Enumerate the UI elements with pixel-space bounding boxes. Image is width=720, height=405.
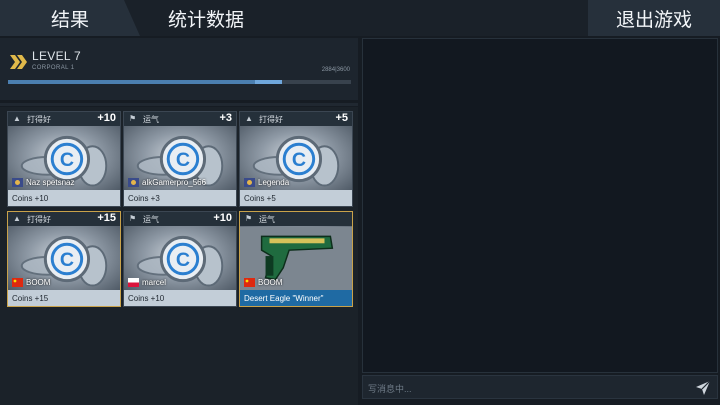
card-header: ⚑ 运气	[240, 212, 352, 226]
chat-input[interactable]: 写消息中...	[362, 375, 718, 399]
reward-card[interactable]: ▲ 打得好 +10 C Naz spetsnaz Coins +10	[7, 111, 121, 207]
player-name: BOOM	[258, 278, 283, 287]
player-name: Naz spetsnaz	[26, 178, 75, 187]
xp-progress-fill	[8, 80, 255, 84]
poland-flag-icon	[128, 278, 139, 287]
reward-card[interactable]: ⚑ 运气 +10 Cmarcel Coins +10	[123, 211, 237, 307]
exit-game-button[interactable]: 退出游戏	[588, 0, 720, 36]
luck-icon: ⚑	[129, 214, 137, 223]
card-points: +10	[213, 212, 232, 224]
tab-stats[interactable]: 统计数据	[126, 0, 286, 36]
reward-text: Coins +10	[12, 193, 49, 203]
thumbs-up-icon: ▲	[13, 114, 21, 123]
card-points: +3	[219, 112, 232, 124]
reward-card[interactable]: ⚑ 运气 BOOM Desert Eagle "Winner"	[239, 211, 353, 307]
divider	[0, 103, 358, 106]
china-flag-icon	[12, 278, 23, 287]
card-player: alkGamerpro_566	[128, 178, 206, 187]
reward-label: Coins +10	[124, 290, 236, 306]
svg-text:C: C	[60, 149, 74, 171]
card-points: +10	[97, 112, 116, 124]
rank-name: CORPORAL 1	[32, 65, 75, 71]
luck-icon: ⚑	[129, 114, 137, 123]
exit-game-label: 退出游戏	[615, 9, 692, 31]
card-category: 运气	[143, 115, 159, 124]
reward-text: Coins +10	[128, 293, 165, 303]
svg-text:C: C	[292, 149, 306, 171]
reward-text: Coins +5	[244, 193, 276, 203]
send-icon[interactable]	[695, 380, 711, 396]
reward-label: Coins +3	[124, 190, 236, 206]
reward-card[interactable]: ▲ 打得好 +15 C BOOM Coins +15	[7, 211, 121, 307]
card-header: ▲ 打得好 +5	[240, 112, 352, 126]
player-avatar-icon	[244, 178, 255, 187]
card-points: +5	[335, 112, 348, 124]
card-player: Legenda	[244, 178, 289, 187]
card-player: BOOM	[12, 278, 50, 287]
player-name: BOOM	[26, 278, 51, 287]
reward-label: Desert Eagle "Winner"	[240, 290, 352, 306]
rank-chevron-icon	[10, 55, 27, 69]
reward-text: Coins +15	[12, 293, 49, 303]
level-panel: LEVEL 7 CORPORAL 1 2884|3600	[0, 38, 358, 100]
card-category: 打得好	[27, 215, 51, 224]
reward-card[interactable]: ⚑ 运气 +3 CalkGamerpro_566 Coins +3	[123, 111, 237, 207]
reward-text: Coins +3	[128, 193, 160, 203]
tab-stats-label: 统计数据	[167, 9, 244, 31]
svg-text:C: C	[60, 249, 74, 271]
player-name: alkGamerpro_566	[142, 178, 207, 187]
reward-label: Coins +5	[240, 190, 352, 206]
reward-label: Coins +10	[8, 190, 120, 206]
svg-text:C: C	[176, 149, 190, 171]
card-header: ▲ 打得好 +10	[8, 112, 120, 126]
china-flag-icon	[244, 278, 255, 287]
level-title: LEVEL 7	[32, 49, 82, 63]
thumbs-up-icon: ▲	[245, 114, 253, 123]
reward-text: Desert Eagle "Winner"	[244, 293, 324, 303]
card-player: BOOM	[244, 278, 282, 287]
chat-log	[362, 38, 718, 373]
card-category: 打得好	[259, 115, 283, 124]
player-name: marcel	[142, 278, 167, 287]
thumbs-up-icon: ▲	[13, 214, 21, 223]
card-points: +15	[97, 212, 116, 224]
tab-results-label: 结果	[50, 9, 89, 31]
card-header: ▲ 打得好 +15	[8, 212, 120, 226]
top-bar: 结果 统计数据 退出游戏	[0, 0, 720, 36]
card-player: marcel	[128, 278, 166, 287]
card-player: Naz spetsnaz	[12, 178, 74, 187]
player-avatar-icon	[12, 178, 23, 187]
xp-progress-bar	[8, 80, 351, 84]
card-category: 运气	[259, 215, 275, 224]
card-header: ⚑ 运气 +3	[124, 112, 236, 126]
xp-gain-fill	[254, 80, 283, 84]
chat-placeholder: 写消息中...	[368, 384, 412, 394]
reward-card[interactable]: ▲ 打得好 +5 C Legenda Coins +5	[239, 111, 353, 207]
xp-readout: 2884|3600	[321, 67, 350, 73]
luck-icon: ⚑	[245, 214, 253, 223]
card-header: ⚑ 运气 +10	[124, 212, 236, 226]
svg-text:C: C	[176, 249, 190, 271]
card-category: 运气	[143, 215, 159, 224]
player-name: Legenda	[258, 178, 290, 187]
match-results-screen: 结果 统计数据 退出游戏 LEVEL 7 CORPORAL 1 2884|360…	[0, 0, 720, 405]
player-avatar-icon	[128, 178, 139, 187]
tab-results[interactable]: 结果	[0, 0, 140, 36]
rewards-grid: ▲ 打得好 +10 C Naz spetsnaz Coins +10 ⚑ 运气 +3 CalkGa…	[0, 107, 358, 405]
card-category: 打得好	[27, 115, 51, 124]
reward-label: Coins +15	[8, 290, 120, 306]
